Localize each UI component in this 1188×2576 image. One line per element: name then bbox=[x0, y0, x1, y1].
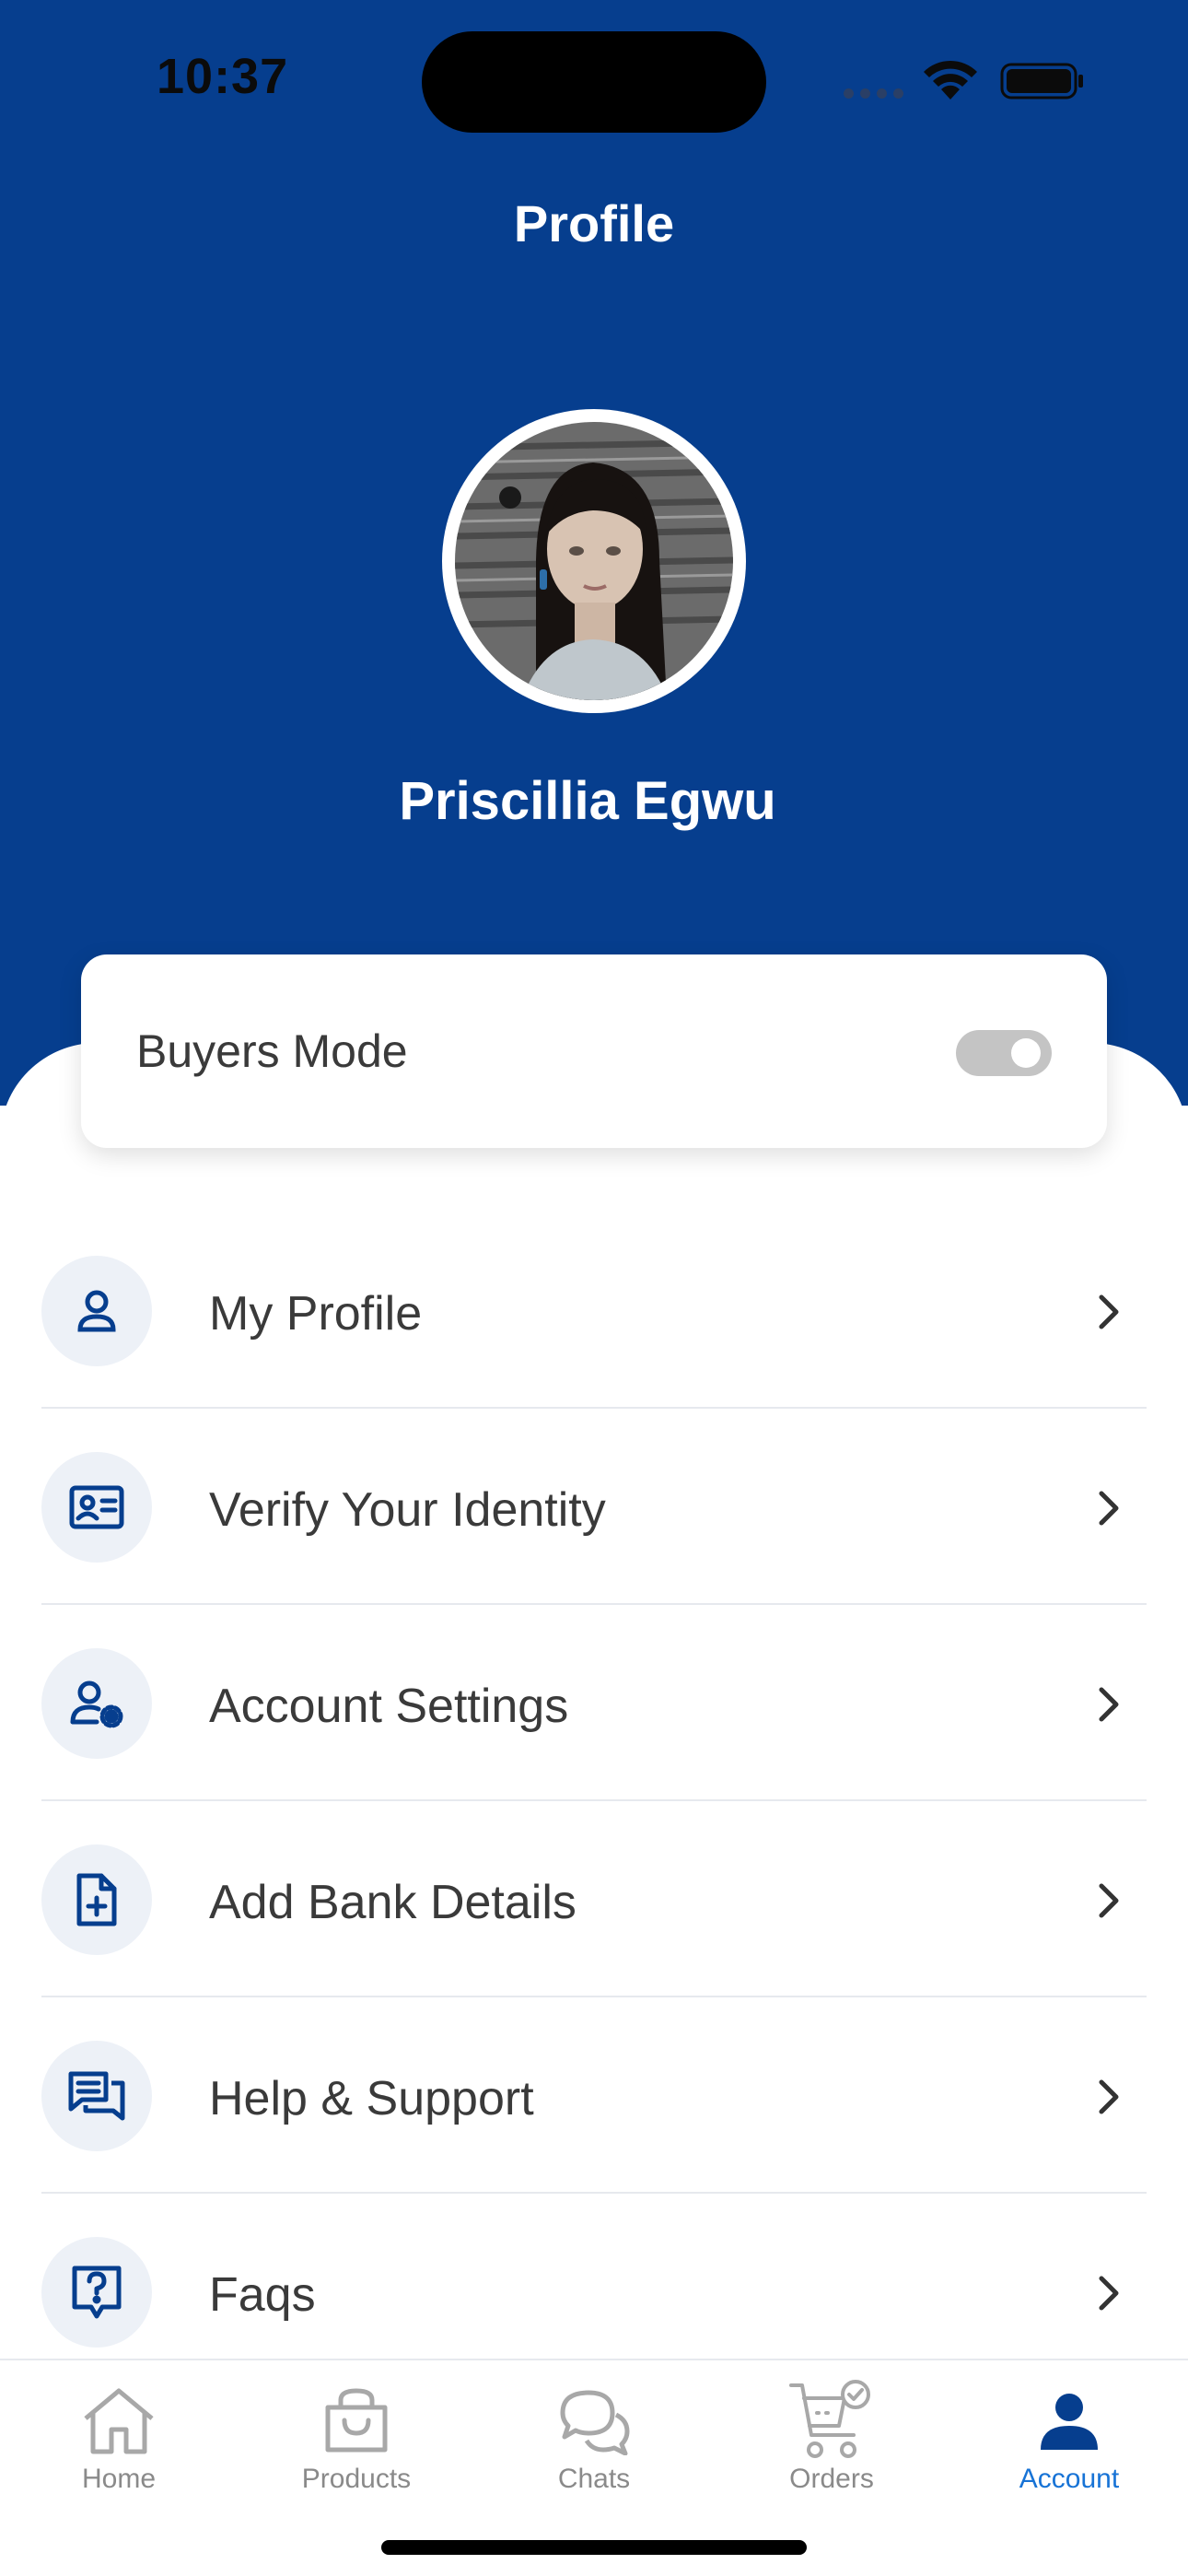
menu-item-help-support[interactable]: Help & Support bbox=[41, 1997, 1147, 2194]
menu-item-my-profile[interactable]: My Profile bbox=[41, 1212, 1147, 1409]
user-settings-icon bbox=[41, 1648, 152, 1759]
chevron-right-icon bbox=[1099, 1883, 1119, 1918]
status-time: 10:37 bbox=[157, 49, 289, 104]
tab-chats[interactable]: Chats bbox=[475, 2360, 713, 2526]
tab-label: Chats bbox=[557, 2464, 631, 2494]
chevron-right-icon bbox=[1099, 2276, 1119, 2311]
user-name: Priscillia Egwu bbox=[399, 771, 776, 831]
chevron-right-icon bbox=[1099, 1687, 1119, 1722]
tab-label: Home bbox=[81, 2464, 157, 2494]
menu-label: Help & Support bbox=[209, 2072, 534, 2125]
bag-icon bbox=[238, 2375, 475, 2467]
buyers-mode-label: Buyers Mode bbox=[136, 1025, 408, 1077]
file-plus-icon bbox=[41, 1844, 152, 1955]
menu-label: My Profile bbox=[209, 1287, 423, 1341]
tab-label: Account bbox=[1019, 2464, 1120, 2494]
tab-label: Orders bbox=[789, 2464, 874, 2494]
menu-item-add-bank-details[interactable]: Add Bank Details bbox=[41, 1801, 1147, 1997]
chevron-right-icon bbox=[1099, 1294, 1119, 1329]
tab-account[interactable]: Account bbox=[950, 2360, 1188, 2526]
chevron-right-icon bbox=[1099, 2079, 1119, 2114]
home-icon bbox=[0, 2375, 238, 2467]
menu-label: Verify Your Identity bbox=[209, 1483, 606, 1537]
user-icon bbox=[41, 1256, 152, 1366]
chat-bubbles-icon bbox=[41, 2041, 152, 2151]
cart-icon bbox=[713, 2375, 950, 2467]
page-title: Profile bbox=[513, 194, 675, 252]
menu-label: Faqs bbox=[209, 2268, 316, 2322]
menu-label: Account Settings bbox=[209, 1680, 569, 1733]
wifi-icon bbox=[924, 60, 977, 100]
dynamic-island bbox=[422, 31, 766, 133]
question-icon bbox=[41, 2237, 152, 2348]
cellular-signal-icon bbox=[844, 88, 903, 99]
chevron-right-icon bbox=[1099, 1491, 1119, 1526]
tab-products[interactable]: Products bbox=[238, 2360, 475, 2526]
tab-home[interactable]: Home bbox=[0, 2360, 238, 2526]
account-icon bbox=[950, 2375, 1188, 2467]
menu-item-account-settings[interactable]: Account Settings bbox=[41, 1605, 1147, 1801]
home-indicator[interactable] bbox=[381, 2540, 807, 2555]
tab-orders[interactable]: Orders bbox=[713, 2360, 950, 2526]
id-card-icon bbox=[41, 1452, 152, 1563]
tab-label: Products bbox=[301, 2464, 412, 2494]
avatar[interactable] bbox=[455, 422, 733, 700]
menu-label: Add Bank Details bbox=[209, 1876, 577, 1929]
buyers-mode-toggle[interactable] bbox=[956, 1030, 1052, 1076]
battery-icon bbox=[1000, 63, 1083, 100]
menu-item-verify-identity[interactable]: Verify Your Identity bbox=[41, 1409, 1147, 1605]
chat-icon bbox=[475, 2375, 713, 2467]
buyers-mode-card: Buyers Mode bbox=[81, 954, 1107, 1148]
toggle-knob bbox=[1011, 1038, 1041, 1068]
